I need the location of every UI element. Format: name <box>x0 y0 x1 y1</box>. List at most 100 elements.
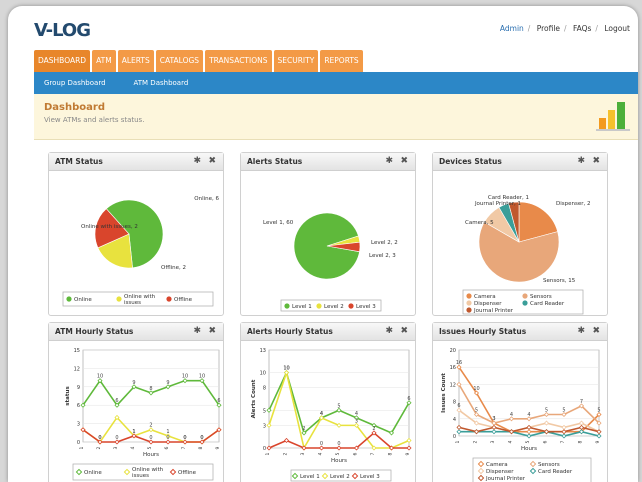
close-icon[interactable]: ✖ <box>592 156 600 166</box>
atm-status-panel: ATM Status ✱ ✖ Online, 6 Online with issues… <box>48 152 224 316</box>
y-tick-label: 3 <box>77 422 80 428</box>
y-axis-label: Alerts Count <box>251 379 257 418</box>
plot-area <box>268 349 410 449</box>
y-tick-label: 4 <box>453 417 456 423</box>
devices-status-chart: Camera, 5 Sensors, 15 Dispenser, 2 Card Rea… <box>462 195 591 315</box>
gear-icon[interactable]: ✱ <box>385 156 393 166</box>
x-tick-label: 2 <box>283 452 289 455</box>
y-tick-label: 12 <box>74 366 80 372</box>
x-tick-label: 1 <box>79 446 85 449</box>
y-axis-label: status <box>65 386 71 406</box>
x-tick-label: 5 <box>147 446 153 449</box>
data-label: 4 <box>527 412 530 418</box>
subnav-group-dashboard[interactable]: Group Dashboard <box>44 79 106 87</box>
gear-icon[interactable]: ✱ <box>193 156 201 166</box>
x-tick-label: 9 <box>405 452 411 455</box>
legend-label: issues <box>124 300 141 306</box>
y-tick-label: 6 <box>77 403 80 409</box>
tab-alerts[interactable]: ALERTS <box>117 50 154 72</box>
x-tick-label: 6 <box>164 446 170 449</box>
legend-label: Journal Printer <box>485 476 526 482</box>
faqs-link[interactable]: FAQs <box>573 24 591 33</box>
logout-link[interactable]: Logout <box>604 24 630 33</box>
tab-reports[interactable]: REPORTS <box>320 50 363 72</box>
x-tick-label: 4 <box>318 452 324 455</box>
close-icon[interactable]: ✖ <box>400 156 408 166</box>
legend-label: Level 1 <box>292 304 312 310</box>
legend-label: Dispenser <box>486 469 514 475</box>
data-label: 2 <box>149 423 152 429</box>
y-tick-label: 12 <box>450 382 456 388</box>
panel-title: Alerts Status <box>247 157 303 166</box>
slice-label: Level 1, 60 <box>263 220 294 226</box>
slice-label: Camera, 5 <box>465 220 494 226</box>
top-links: Admin / Profile / FAQs / Logout <box>499 24 630 33</box>
legend-swatch <box>466 307 472 313</box>
data-label: 10 <box>473 386 479 392</box>
x-axis-label: Hours <box>521 446 537 452</box>
tab-catalogs[interactable]: CATALOGS <box>155 50 204 72</box>
legend-label: Camera <box>486 462 508 468</box>
legend-label: Card Reader <box>538 469 573 475</box>
gear-icon[interactable]: ✱ <box>385 326 393 336</box>
close-icon[interactable]: ✖ <box>208 156 216 166</box>
legend-label: Online <box>84 470 102 476</box>
legend-swatch <box>466 300 472 306</box>
bar-chart-icon <box>596 102 630 131</box>
data-label: 10 <box>97 374 103 380</box>
y-tick-label: 0 <box>77 440 80 446</box>
y-tick-label: 13 <box>260 348 266 354</box>
close-icon[interactable]: ✖ <box>400 326 408 336</box>
slice-label: Level 2, 2 <box>371 240 398 246</box>
data-label: 6 <box>407 396 410 402</box>
tab-atm[interactable]: ATM <box>92 50 116 72</box>
tab-transactions[interactable]: TRANSACTIONS <box>205 50 272 72</box>
legend-label: issues <box>132 473 149 479</box>
gear-icon[interactable]: ✱ <box>577 156 585 166</box>
panel-title: Devices Status <box>439 157 502 166</box>
tab-security[interactable]: SECURITY <box>273 50 319 72</box>
close-icon[interactable]: ✖ <box>208 326 216 336</box>
data-label: 8 <box>149 386 152 392</box>
data-label: 0 <box>337 441 340 447</box>
close-icon[interactable]: ✖ <box>592 326 600 336</box>
y-tick-label: 10 <box>260 371 266 377</box>
legend-swatch <box>522 300 528 306</box>
x-tick-label: 8 <box>578 440 584 443</box>
data-label: 0 <box>115 435 118 441</box>
x-tick-label: 7 <box>181 446 187 449</box>
y-axis-label: Issues Count <box>441 373 447 413</box>
legend-swatch <box>316 303 322 309</box>
gear-icon[interactable]: ✱ <box>577 326 585 336</box>
slice-label: Online, 6 <box>194 196 219 202</box>
y-tick-label: 3 <box>263 423 266 429</box>
data-label: 3 <box>492 416 495 422</box>
sub-navigation: Group Dashboard ATM Dashboard <box>34 72 638 94</box>
slice-label: Online with issues, 2 <box>81 224 138 230</box>
legend-label: Level 2 <box>324 304 344 310</box>
legend-label: Sensors <box>530 294 552 300</box>
x-tick-label: 2 <box>473 440 479 443</box>
profile-link[interactable]: Profile <box>537 24 560 33</box>
slice-label: Level 2, 3 <box>369 253 396 259</box>
data-label: 4 <box>510 412 513 418</box>
admin-link[interactable]: Admin <box>500 24 524 33</box>
data-label: 5 <box>597 408 600 414</box>
gear-icon[interactable]: ✱ <box>193 326 201 336</box>
x-tick-label: 4 <box>130 446 136 449</box>
dashboard-header: Dashboard View ATMs and alerts status. <box>34 94 638 140</box>
plot-area <box>458 349 600 437</box>
page-title: Dashboard <box>44 102 105 113</box>
alerts-hourly-panel: Alerts Hourly Status ✱ ✖ 0 3 5 8 10 13 1 2 3 4 5 6 7 8 9… <box>240 322 416 482</box>
x-tick-label: 5 <box>525 440 531 443</box>
data-label: 4 <box>355 411 358 417</box>
x-tick-label: 6 <box>353 452 359 455</box>
data-label: 10 <box>182 374 188 380</box>
y-tick-label: 20 <box>450 348 456 354</box>
legend-label: Offline <box>174 297 193 303</box>
y-tick-label: 9 <box>77 385 80 391</box>
slice-label: Offline, 2 <box>161 265 186 271</box>
tab-dashboard[interactable]: DASHBOARD <box>34 50 91 72</box>
subnav-atm-dashboard[interactable]: ATM Dashboard <box>134 79 189 87</box>
data-label: 6 <box>217 398 220 404</box>
